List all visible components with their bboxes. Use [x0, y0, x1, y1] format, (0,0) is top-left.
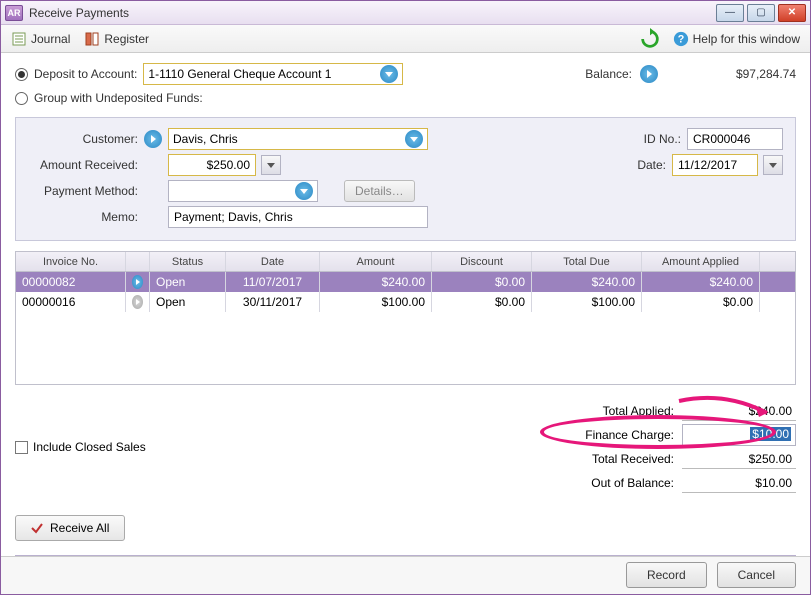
balance-label: Balance:: [585, 67, 632, 81]
checkbox-icon: [15, 441, 28, 454]
record-button[interactable]: Record: [626, 562, 707, 588]
customer-drill-icon[interactable]: [144, 130, 162, 148]
register-button[interactable]: Register: [84, 31, 149, 47]
refresh-icon[interactable]: [639, 28, 661, 50]
deposit-account-value: 1-1110 General Cheque Account 1: [148, 67, 331, 81]
payment-panel: Customer: Davis, Chris ID No.: CR000046 …: [15, 117, 796, 241]
help-button[interactable]: ? Help for this window: [673, 31, 800, 47]
finance-charge-value: $10.00: [750, 427, 791, 441]
receive-all-label: Receive All: [50, 521, 109, 535]
include-closed-label: Include Closed Sales: [33, 440, 146, 454]
group-label: Group with Undeposited Funds:: [34, 91, 203, 105]
close-button[interactable]: ✕: [778, 4, 806, 22]
titlebar: AR Receive Payments — ▢ ✕: [1, 1, 810, 25]
col-invoice[interactable]: Invoice No.: [16, 252, 126, 271]
balance-value: $97,284.74: [696, 67, 796, 81]
total-applied-label: Total Applied:: [603, 404, 674, 418]
out-of-balance-value: $10.00: [682, 474, 796, 493]
date-dropdown[interactable]: [763, 155, 783, 175]
deposit-account-combo[interactable]: 1-1110 General Cheque Account 1: [143, 63, 403, 85]
details-label: Details…: [355, 184, 404, 198]
toolbar: Journal Register ? Help for this window: [1, 25, 810, 53]
col-drill: [126, 252, 150, 271]
method-label: Payment Method:: [28, 184, 138, 198]
memo-label: Memo:: [28, 210, 138, 224]
details-button[interactable]: Details…: [344, 180, 415, 202]
journal-label: Journal: [31, 32, 70, 46]
col-total-due[interactable]: Total Due: [532, 252, 642, 271]
deposit-radio[interactable]: [15, 68, 28, 81]
amount-label: Amount Received:: [28, 158, 138, 172]
table-row[interactable]: 00000082Open11/07/2017$240.00$0.00$240.0…: [16, 272, 795, 292]
amount-value: $250.00: [207, 158, 250, 172]
id-field[interactable]: CR000046: [687, 128, 783, 150]
chevron-down-icon: [295, 182, 313, 200]
cancel-button[interactable]: Cancel: [717, 562, 796, 588]
table-row[interactable]: 00000016Open30/11/2017$100.00$0.00$100.0…: [16, 292, 795, 312]
register-label: Register: [104, 32, 149, 46]
maximize-button[interactable]: ▢: [747, 4, 775, 22]
date-value: 11/12/2017: [678, 158, 737, 172]
minimize-button[interactable]: —: [716, 4, 744, 22]
svg-text:?: ?: [677, 33, 684, 45]
chevron-down-icon: [380, 65, 398, 83]
id-label: ID No.:: [625, 132, 681, 146]
receive-all-icon: [30, 521, 44, 535]
invoice-grid: Invoice No. Status Date Amount Discount …: [15, 251, 796, 385]
col-applied[interactable]: Amount Applied: [642, 252, 760, 271]
col-status[interactable]: Status: [150, 252, 226, 271]
include-closed-checkbox[interactable]: Include Closed Sales: [15, 399, 146, 495]
customer-combo[interactable]: Davis, Chris: [168, 128, 428, 150]
grid-header: Invoice No. Status Date Amount Discount …: [16, 252, 795, 272]
record-label: Record: [647, 568, 686, 582]
finance-charge-label: Finance Charge:: [585, 428, 674, 442]
cancel-label: Cancel: [738, 568, 775, 582]
method-combo[interactable]: [168, 180, 318, 202]
window-title: Receive Payments: [29, 6, 716, 20]
register-icon: [84, 31, 100, 47]
col-amount[interactable]: Amount: [320, 252, 432, 271]
id-value: CR000046: [693, 132, 750, 146]
footer: Record Cancel: [1, 556, 810, 594]
receive-all-button[interactable]: Receive All: [15, 515, 125, 541]
customer-label: Customer:: [28, 132, 138, 146]
help-label: Help for this window: [693, 32, 800, 46]
memo-value: Payment; Davis, Chris: [174, 210, 293, 224]
date-field[interactable]: 11/12/2017: [672, 154, 758, 176]
date-label: Date:: [610, 158, 666, 172]
amount-field[interactable]: $250.00: [168, 154, 256, 176]
col-discount[interactable]: Discount: [432, 252, 532, 271]
deposit-label: Deposit to Account:: [34, 67, 137, 81]
out-of-balance-label: Out of Balance:: [591, 476, 674, 490]
journal-button[interactable]: Journal: [11, 31, 70, 47]
customer-value: Davis, Chris: [173, 132, 238, 146]
finance-charge-field[interactable]: $10.00: [682, 424, 796, 446]
help-icon: ?: [673, 31, 689, 47]
amount-dropdown[interactable]: [261, 155, 281, 175]
total-received-value: $250.00: [682, 450, 796, 469]
chevron-down-icon: [405, 130, 423, 148]
memo-field[interactable]: Payment; Davis, Chris: [168, 206, 428, 228]
journal-icon: [11, 31, 27, 47]
app-icon: AR: [5, 5, 23, 21]
balance-drill-icon[interactable]: [640, 65, 658, 83]
total-applied-value: $240.00: [682, 402, 796, 421]
total-received-label: Total Received:: [592, 452, 674, 466]
group-radio[interactable]: [15, 92, 28, 105]
col-date[interactable]: Date: [226, 252, 320, 271]
